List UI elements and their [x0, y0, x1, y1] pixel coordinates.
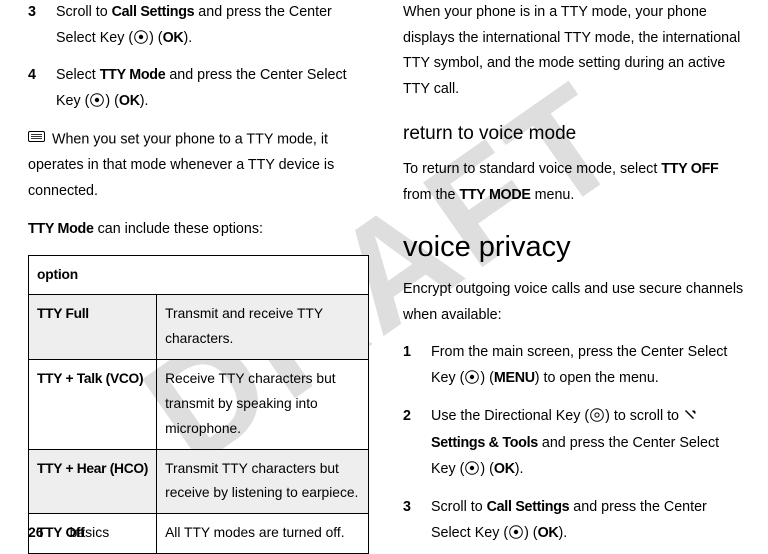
text: menu.: [531, 187, 575, 203]
opt-desc: Transmit and receive TTY characters.: [157, 295, 369, 360]
call-settings-label: Call Settings: [112, 4, 195, 20]
tty-note-icon: [28, 127, 45, 153]
center-select-key-icon: [509, 523, 523, 549]
tty-mode-label: TTY Mode: [28, 221, 94, 237]
step-number: 2: [403, 404, 431, 485]
step-3-number: 3: [28, 0, 56, 53]
table-row: TTY + Talk (VCO) Receive TTY characters …: [29, 360, 369, 449]
step-3: 3 Scroll to Call Settings and press the …: [28, 0, 369, 53]
options-intro: TTY Mode can include these options:: [28, 217, 369, 243]
opt-desc: All TTY modes are turned off.: [157, 514, 369, 554]
text: ) (: [480, 461, 494, 477]
page-footer: 26 basics: [28, 524, 109, 540]
opt-name: TTY Full: [29, 295, 157, 360]
text: To return to standard voice mode, select: [403, 161, 661, 177]
right-column: When your phone is in a TTY mode, your p…: [403, 0, 744, 510]
step-4: 4 Select TTY Mode and press the Center S…: [28, 63, 369, 116]
ok-label: OK: [494, 461, 515, 477]
return-voice-paragraph: To return to standard voice mode, select…: [403, 157, 744, 208]
table-row: TTY Full Transmit and receive TTY charac…: [29, 295, 369, 360]
menu-label: MENU: [494, 370, 535, 386]
text: ).: [558, 525, 567, 541]
text: Use the Directional Key (: [431, 408, 589, 424]
voice-privacy-intro: Encrypt outgoing voice calls and use sec…: [403, 277, 744, 328]
text: ) (: [149, 30, 163, 46]
step-4-text: Select TTY Mode and press the Center Sel…: [56, 63, 369, 116]
call-settings-label: Call Settings: [487, 499, 570, 515]
left-column: 3 Scroll to Call Settings and press the …: [28, 0, 369, 510]
text: from the: [403, 187, 459, 203]
step-4-number: 4: [28, 63, 56, 116]
table-header-option: option: [29, 255, 369, 295]
tty-options-table: option TTY Full Transmit and receive TTY…: [28, 255, 369, 554]
text: ) to scroll to: [605, 408, 683, 424]
step-number: 1: [403, 340, 431, 393]
voice-privacy-heading: voice privacy: [403, 221, 744, 273]
center-select-key-icon: [134, 28, 148, 54]
return-voice-heading: return to voice mode: [403, 117, 744, 151]
step-text: Scroll to Call Settings and press the Ce…: [431, 495, 744, 548]
step-number: 3: [403, 495, 431, 548]
directional-key-icon: [590, 406, 604, 432]
text: ).: [515, 461, 524, 477]
ok-label: OK: [163, 30, 184, 46]
text: ).: [140, 93, 149, 109]
opt-desc: Transmit TTY characters but receive by l…: [157, 449, 369, 514]
vp-step-1: 1 From the main screen, press the Center…: [403, 340, 744, 393]
vp-step-3: 3 Scroll to Call Settings and press the …: [403, 495, 744, 548]
text: ) (: [480, 370, 494, 386]
ok-label: OK: [538, 525, 559, 541]
settings-tools-label: Settings & Tools: [431, 435, 538, 451]
text: ) (: [524, 525, 538, 541]
vp-step-2: 2 Use the Directional Key ( ) to scroll t…: [403, 404, 744, 485]
text: ).: [183, 30, 192, 46]
text: Scroll to: [56, 4, 112, 20]
settings-tools-icon: [683, 406, 697, 432]
text: ) to open the menu.: [535, 370, 659, 386]
tty-mode-label: TTY MODE: [459, 187, 530, 203]
section-name: basics: [70, 524, 110, 540]
text: Scroll to: [431, 499, 487, 515]
tty-mode-label: TTY Mode: [100, 67, 166, 83]
text: Select: [56, 67, 100, 83]
tty-display-paragraph: When your phone is in a TTY mode, your p…: [403, 0, 744, 103]
text: ) (: [105, 93, 119, 109]
step-3-text: Scroll to Call Settings and press the Ce…: [56, 0, 369, 53]
note-text: When you set your phone to a TTY mode, i…: [28, 132, 334, 199]
note-paragraph: When you set your phone to a TTY mode, i…: [28, 127, 369, 205]
center-select-key-icon: [90, 91, 104, 117]
two-column-layout: 3 Scroll to Call Settings and press the …: [0, 0, 768, 510]
ok-label: OK: [119, 93, 140, 109]
step-text: From the main screen, press the Center S…: [431, 340, 744, 393]
center-select-key-icon: [465, 459, 479, 485]
step-text: Use the Directional Key () to scroll to …: [431, 404, 744, 485]
table-row: TTY + Hear (HCO) Transmit TTY characters…: [29, 449, 369, 514]
text: can include these options:: [94, 221, 263, 237]
opt-name: TTY + Talk (VCO): [29, 360, 157, 449]
center-select-key-icon: [465, 368, 479, 394]
page-number: 26: [28, 524, 44, 540]
opt-desc: Receive TTY characters but transmit by s…: [157, 360, 369, 449]
tty-off-label: TTY OFF: [661, 161, 718, 177]
opt-name: TTY + Hear (HCO): [29, 449, 157, 514]
